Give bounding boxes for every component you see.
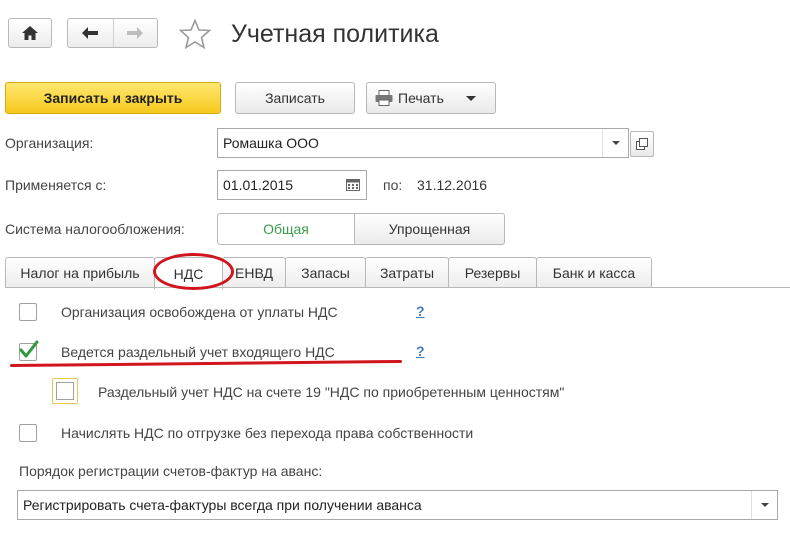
annotation-ellipse [153,253,234,290]
forward-button[interactable] [112,19,158,47]
printer-icon [375,90,393,106]
invoice-order-select[interactable]: Регистрировать счета-фактуры всегда при … [17,490,778,520]
back-button[interactable] [68,19,113,47]
print-button[interactable]: Печать [366,82,496,114]
tax-system-tumbler: Общая Упрощенная [217,213,505,245]
tab-bank-cash[interactable]: Банк и касса [536,257,652,288]
save-and-close-button[interactable]: Записать и закрыть [5,82,221,114]
tab-profit-tax[interactable]: Налог на прибыль [5,257,155,288]
open-form-icon [636,138,648,150]
print-button-label: Печать [398,90,444,106]
arrow-left-icon [82,27,99,39]
tax-option-general[interactable]: Общая [217,213,355,245]
page-title: Учетная политика [231,20,439,48]
org-open-button[interactable] [630,131,654,157]
history-nav [67,18,158,48]
date-to-value: 31.12.2016 [417,177,488,193]
tab-stocks[interactable]: Запасы [285,257,366,288]
separate-vat-label: Ведется раздельный учет входящего НДС [61,344,335,360]
home-button[interactable] [9,19,51,47]
tax-option-simplified[interactable]: Упрощенная [355,213,505,245]
account19-checkbox-inner [56,382,74,400]
calendar-icon [346,179,360,191]
org-field[interactable]: Ромашка ООО [217,128,629,158]
vat-exempt-label: Организация освобождена от уплаты НДС [61,304,338,320]
date-to-label: по: [383,177,403,193]
check-icon [19,340,39,358]
vat-exempt-help-link[interactable]: ? [416,303,425,319]
org-label: Организация: [5,135,94,151]
date-from-field[interactable]: 01.01.2015 [217,170,367,200]
tab-costs[interactable]: Затраты [365,257,449,288]
vat-shipment-checkbox[interactable] [19,424,37,442]
tab-bar: Налог на прибыль НДС ЕНВД Запасы Затраты… [5,257,652,289]
org-dropdown-button[interactable] [602,129,628,157]
calendar-button[interactable] [340,171,366,199]
annotation-underline [9,359,403,368]
date-from-value: 01.01.2015 [223,177,294,193]
tax-system-label: Система налогообложения: [5,221,185,237]
chevron-down-icon [760,503,769,507]
tab-divider [5,287,790,288]
save-button[interactable]: Записать [235,82,355,114]
chevron-down-icon [611,141,620,145]
arrow-right-icon [127,27,144,39]
account19-label: Раздельный учет НДС на счете 19 "НДС по … [98,384,565,400]
home-button-group [8,18,52,48]
tab-reserves[interactable]: Резервы [448,257,537,288]
star-icon[interactable] [179,19,211,49]
org-value: Ромашка ООО [223,135,319,151]
invoice-order-value: Регистрировать счета-фактуры всегда при … [23,497,422,513]
vat-shipment-label: Начислять НДС по отгрузке без перехода п… [61,425,474,441]
invoice-order-label: Порядок регистрации счетов-фактур на ава… [19,463,323,479]
invoice-order-dropdown-button[interactable] [751,491,777,519]
chevron-down-icon [465,95,476,101]
separate-vat-help-link[interactable]: ? [416,343,425,359]
account19-checkbox[interactable] [52,378,78,404]
vat-exempt-checkbox[interactable] [19,303,37,321]
applies-from-label: Применяется с: [5,177,107,193]
home-icon [22,26,38,40]
